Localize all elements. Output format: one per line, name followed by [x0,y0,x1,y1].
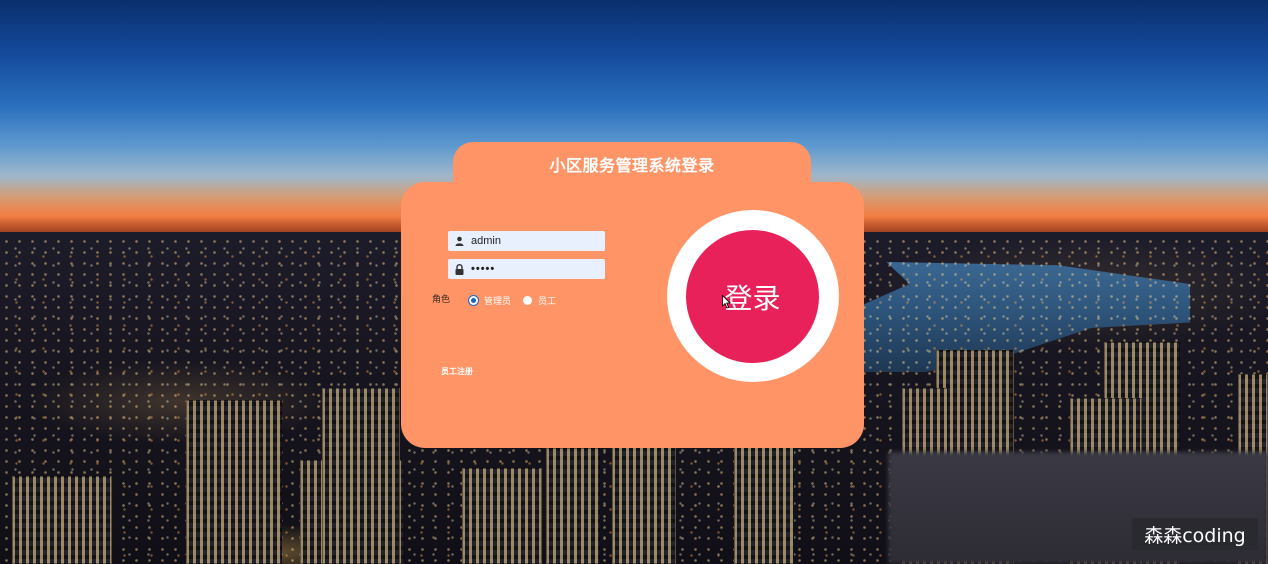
username-field[interactable] [448,231,605,251]
background-building [462,468,542,564]
background-building [186,400,282,564]
background-building [322,388,400,564]
password-input[interactable] [471,263,597,275]
role-radio-group: 管理员 员工 [469,294,568,307]
role-radio-staff-label[interactable]: 员工 [538,294,556,307]
staff-register-link[interactable]: 员工注册 [441,366,473,377]
background-building [12,476,112,564]
background-building [612,446,676,564]
login-button[interactable]: 登录 [686,230,819,363]
lock-icon [453,263,465,275]
role-radio-staff[interactable] [523,296,533,305]
role-radio-admin[interactable] [469,296,478,305]
user-icon [453,235,465,247]
background-building [546,448,600,564]
username-input[interactable] [471,235,597,247]
background-building [734,446,794,564]
login-title: 小区服务管理系统登录 [549,156,715,175]
role-label: 角色 [432,295,451,305]
password-field[interactable] [448,259,605,279]
watermark: 森森coding [1132,518,1258,550]
login-page: 小区服务管理系统登录 角色 管理员 员工 员工注册 登录 [0,0,1268,564]
role-radio-admin-label[interactable]: 管理员 [484,294,511,307]
mouse-cursor-icon [722,294,732,309]
